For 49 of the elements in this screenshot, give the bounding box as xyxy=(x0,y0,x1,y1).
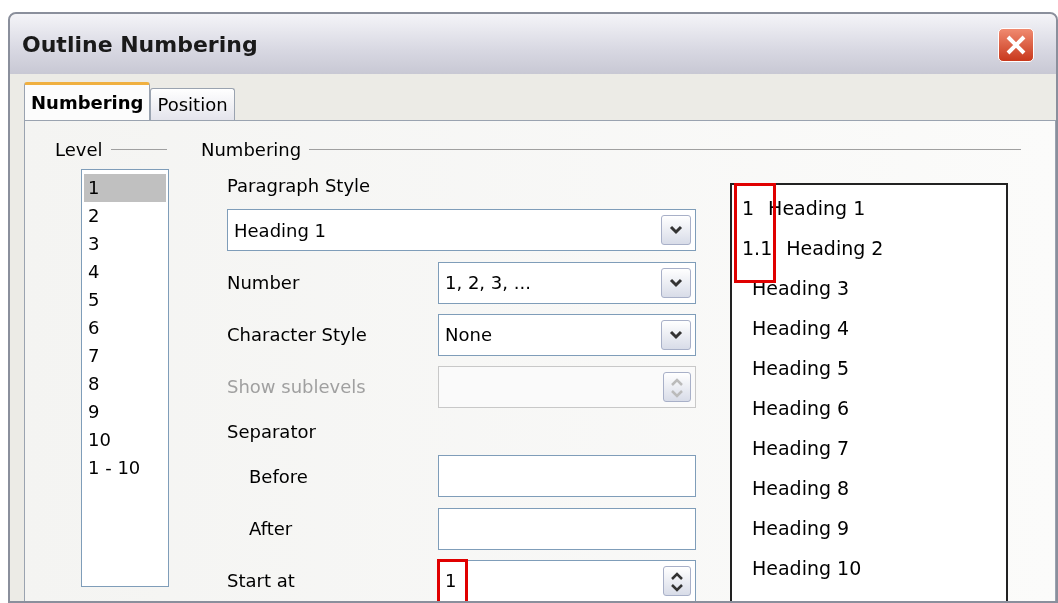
dropdown[interactable]: 1, 2, 3, ... xyxy=(438,261,696,304)
dropdown[interactable]: Heading 1 xyxy=(227,209,696,252)
field-label: Start at xyxy=(227,569,296,594)
field-label: Before xyxy=(248,464,309,489)
text-field[interactable] xyxy=(438,455,696,498)
window-title: Outline Numbering xyxy=(22,30,258,59)
group-label: Numbering xyxy=(201,137,302,162)
list-item[interactable]: 6 xyxy=(84,314,166,342)
preview-heading: Heading 2 xyxy=(786,236,884,261)
level-list[interactable]: 1 2 3 4 5 6 7 8 9 10 1 - 10 xyxy=(81,169,169,587)
dropdown-value: None xyxy=(445,323,492,348)
list-item[interactable]: 5 xyxy=(84,286,166,314)
preview-heading: Heading 9 xyxy=(752,516,850,541)
preview-heading: Heading 10 xyxy=(752,556,862,581)
field-label: Separator xyxy=(227,420,317,445)
list-item[interactable]: 8 xyxy=(84,370,166,398)
spin-arrows-icon[interactable] xyxy=(663,565,691,596)
list-item[interactable]: 9 xyxy=(84,398,166,426)
preview-heading: Heading 8 xyxy=(752,476,850,501)
tab[interactable]: Position xyxy=(150,88,235,120)
preview-number: 1 xyxy=(742,196,755,221)
dropdown[interactable]: None xyxy=(438,313,696,356)
preview-heading: Heading 5 xyxy=(752,356,850,381)
field-value: 1 xyxy=(445,569,457,594)
field-label: Character Style xyxy=(227,323,368,348)
preview-number: 1.1 xyxy=(742,236,773,261)
field-label: Show sublevels xyxy=(227,375,367,400)
dropdown-value: Heading 1 xyxy=(234,218,327,243)
field-label: After xyxy=(248,517,294,542)
list-item[interactable]: 1 xyxy=(84,174,166,202)
close-icon xyxy=(1005,34,1027,56)
field-label: Number xyxy=(227,271,301,296)
field-label: Paragraph Style xyxy=(227,174,372,199)
group-label: Level xyxy=(55,137,103,162)
list-item[interactable]: 3 xyxy=(84,230,166,258)
close-button[interactable] xyxy=(998,28,1034,62)
dropdown-value: 1, 2, 3, ... xyxy=(445,271,531,296)
preview-heading: Heading 3 xyxy=(752,276,850,301)
list-item[interactable]: 2 xyxy=(84,202,166,230)
list-item[interactable]: 1 - 10 xyxy=(84,454,166,482)
preview-heading: Heading 7 xyxy=(752,436,850,461)
tab[interactable]: Numbering xyxy=(24,82,151,120)
list-item[interactable]: 7 xyxy=(84,342,166,370)
list-item[interactable]: 4 xyxy=(84,258,166,286)
preview-heading: Heading 6 xyxy=(752,396,850,421)
preview-heading: Heading 4 xyxy=(752,316,850,341)
text-field[interactable] xyxy=(438,507,696,550)
list-item[interactable]: 10 xyxy=(84,426,166,454)
spin-field[interactable]: 1 xyxy=(438,559,696,601)
